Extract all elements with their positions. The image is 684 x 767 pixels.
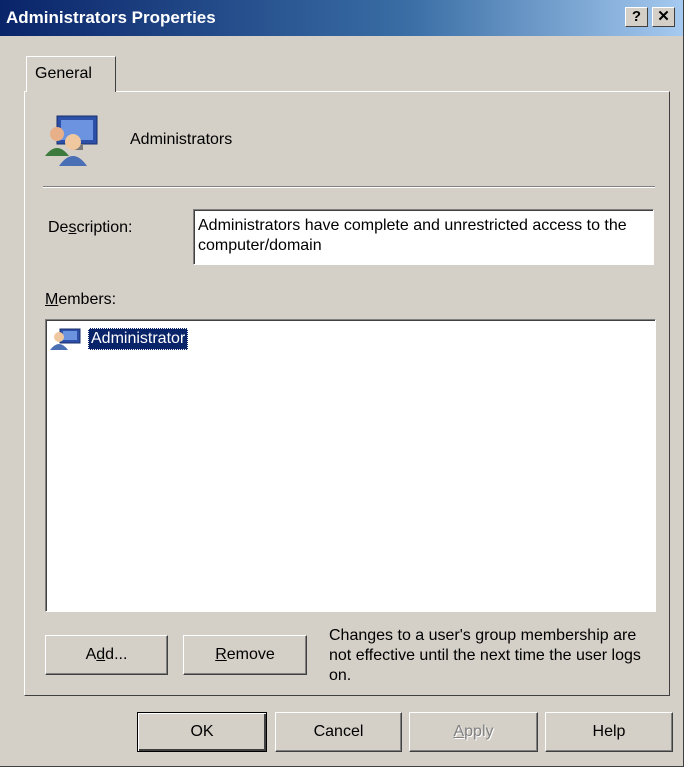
member-name: Administrator [88, 328, 189, 350]
remove-button[interactable]: Remove [183, 635, 307, 675]
window-title: Administrators Properties [6, 8, 216, 27]
user-icon [50, 328, 81, 350]
tab-general-label: General [35, 65, 92, 82]
title-bar[interactable]: Administrators Properties ? ✕ [0, 0, 683, 36]
description-label: Description: [48, 219, 133, 236]
help-button[interactable]: Help [545, 712, 673, 752]
ok-button[interactable]: OK [137, 712, 267, 752]
group-users-icon [45, 115, 98, 166]
help-title-button[interactable]: ? [625, 7, 648, 27]
properties-dialog: Administrators Properties ? ✕ General Ad… [0, 0, 684, 767]
separator [43, 186, 655, 188]
tab-general[interactable]: General [26, 56, 116, 92]
description-field[interactable]: Administrators have complete and unrestr… [193, 209, 654, 265]
group-name: Administrators [130, 131, 233, 148]
apply-button[interactable]: Apply [409, 712, 538, 752]
close-button[interactable]: ✕ [652, 7, 675, 27]
members-list[interactable]: Administrator [45, 319, 656, 612]
cancel-button[interactable]: Cancel [275, 712, 402, 752]
membership-note: Changes to a user's group membership are… [329, 627, 641, 684]
add-button[interactable]: Add... [45, 635, 168, 675]
members-label: Members: [45, 291, 117, 308]
